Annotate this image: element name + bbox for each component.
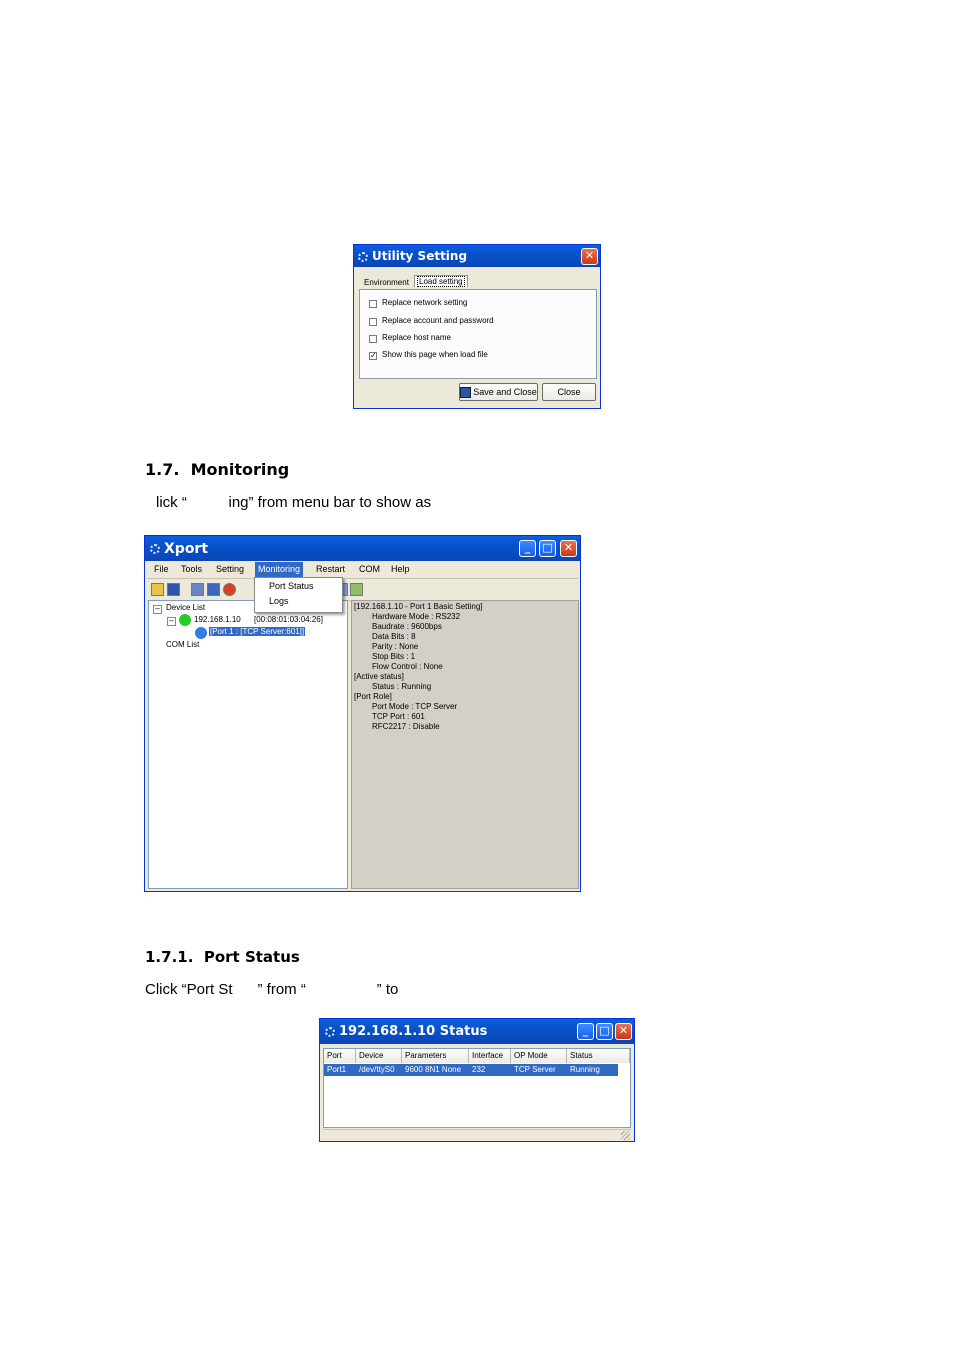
menu-file[interactable]: File xyxy=(151,562,172,577)
xport-title-bar[interactable]: Xport _ □ ✕ xyxy=(145,536,580,561)
tree-port-item[interactable]: [Port 1 : [TCP Server:601]] xyxy=(209,627,306,636)
monitoring-dropdown: Port Status Logs xyxy=(254,577,343,613)
utility-title: Utility Setting xyxy=(372,249,468,263)
port-icon xyxy=(195,627,207,639)
report-icon[interactable] xyxy=(350,583,363,596)
gear-icon xyxy=(325,1026,335,1037)
search-icon[interactable] xyxy=(191,583,204,596)
status-header-row: Port Device Parameters Interface OP Mode… xyxy=(324,1049,630,1063)
detail-line: Hardware Mode : RS232 xyxy=(372,612,461,621)
minimize-icon[interactable]: _ xyxy=(577,1023,594,1040)
cell-interface: 232 xyxy=(472,1065,486,1074)
section-text-monitoring: lick “ ing” from menu bar to show as xyxy=(156,494,432,511)
gear-icon xyxy=(150,544,160,554)
tab-load-setting-label: Load setting xyxy=(417,276,465,287)
status-title: 192.168.1.10 Status xyxy=(339,1024,488,1039)
minimize-icon[interactable]: _ xyxy=(519,540,536,557)
detail-line: Flow Control : None xyxy=(372,662,443,671)
xport-window: Xport _ □ ✕ File Tools Setting Monitorin… xyxy=(144,535,581,892)
tree-com-list[interactable]: COM List xyxy=(166,640,199,649)
section-heading-monitoring: 1.7. Monitoring xyxy=(145,460,290,479)
xport-title: Xport xyxy=(164,541,209,557)
close-icon[interactable]: ✕ xyxy=(581,248,598,265)
save-icon[interactable] xyxy=(167,583,180,596)
menu-help[interactable]: Help xyxy=(388,562,413,577)
utility-title-bar[interactable]: Utility Setting ✕ xyxy=(354,245,600,267)
replace-network-label: Replace network setting xyxy=(382,298,468,307)
detail-line: TCP Port : 601 xyxy=(372,712,425,721)
open-folder-icon[interactable] xyxy=(151,583,164,596)
status-list: Port Device Parameters Interface OP Mode… xyxy=(323,1048,631,1128)
replace-account-label: Replace account and password xyxy=(382,316,494,325)
detail-line: Status : Running xyxy=(372,682,432,691)
detail-line: [Port Role] xyxy=(354,692,392,701)
detail-line: Data Bits : 8 xyxy=(372,632,416,641)
tab-load-setting[interactable]: Load setting xyxy=(414,275,468,287)
online-status-icon xyxy=(179,614,191,626)
menu-monitoring[interactable]: Monitoring xyxy=(255,562,304,577)
resize-grip-icon[interactable] xyxy=(621,1131,630,1140)
column-header-interface[interactable]: Interface xyxy=(469,1049,511,1063)
section-text-port-status: Click “Port St ” from “ ” to xyxy=(145,981,399,998)
tab-environment[interactable]: Environment xyxy=(364,278,409,287)
detail-line: Port Mode : TCP Server xyxy=(372,702,458,711)
tree-device-ip[interactable]: 192.168.1.10 xyxy=(194,615,241,624)
menu-setting[interactable]: Setting xyxy=(213,562,247,577)
status-title-bar[interactable]: 192.168.1.10 Status _ □ ✕ xyxy=(320,1019,634,1044)
close-icon[interactable]: ✕ xyxy=(560,540,577,557)
maximize-icon[interactable]: □ xyxy=(539,540,556,557)
monitor-icon[interactable] xyxy=(207,583,220,596)
detail-line: Parity : None xyxy=(372,642,419,651)
replace-host-checkbox[interactable] xyxy=(369,335,377,343)
column-header-parameters[interactable]: Parameters xyxy=(402,1049,469,1063)
column-header-port[interactable]: Port xyxy=(324,1049,356,1063)
detail-line: Stop Bits : 1 xyxy=(372,652,416,661)
cell-parameters: 9600 8N1 None xyxy=(405,1065,462,1074)
table-row[interactable]: Port1 /dev/ttyS0 9600 8N1 None 232 TCP S… xyxy=(324,1064,618,1076)
detail-line: Baudrate : 9600bps xyxy=(372,622,442,631)
save-and-close-button[interactable]: Save and Close xyxy=(459,383,538,401)
section-heading-port-status: 1.7.1. Port Status xyxy=(145,948,300,966)
detail-line: [192.168.1.10 - Port 1 Basic Setting] xyxy=(354,602,483,611)
close-button[interactable]: Close xyxy=(542,383,596,401)
utility-setting-window: Utility Setting ✕ Environment Load setti… xyxy=(353,244,601,409)
menu-bar: File Tools Setting Monitoring Restart CO… xyxy=(147,562,578,577)
menu-item-port-status[interactable]: Port Status xyxy=(269,581,314,591)
details-pane: [192.168.1.10 - Port 1 Basic Setting] Ha… xyxy=(351,600,579,889)
toolbar xyxy=(147,578,578,601)
column-header-status[interactable]: Status xyxy=(567,1049,630,1063)
tab-panel: Replace network setting Replace account … xyxy=(359,289,597,379)
replace-host-label: Replace host name xyxy=(382,333,451,342)
menu-tools[interactable]: Tools xyxy=(178,562,205,577)
tree-collapse-icon[interactable]: − xyxy=(153,605,162,614)
menu-restart[interactable]: Restart xyxy=(313,562,348,577)
replace-network-checkbox[interactable] xyxy=(369,300,377,308)
column-header-device[interactable]: Device xyxy=(356,1049,402,1063)
status-window: 192.168.1.10 Status _ □ ✕ Port Device Pa… xyxy=(319,1018,635,1142)
floppy-icon xyxy=(460,387,472,399)
detail-line: [Active status] xyxy=(354,672,404,681)
tree-device-mac: [00:08:01:03:04:26] xyxy=(254,615,323,624)
tree-collapse-icon[interactable]: − xyxy=(167,617,176,626)
gear-icon xyxy=(358,251,368,262)
menu-item-logs[interactable]: Logs xyxy=(269,596,289,606)
menu-com[interactable]: COM xyxy=(356,562,383,577)
device-tree-pane: − Device List − 192.168.1.10 [00:08:01:0… xyxy=(148,600,348,889)
detail-line: RFC2217 : Disable xyxy=(372,722,440,731)
stop-icon[interactable] xyxy=(223,583,236,596)
close-icon[interactable]: ✕ xyxy=(615,1023,632,1040)
maximize-icon[interactable]: □ xyxy=(596,1023,613,1040)
close-button-label: Close xyxy=(557,387,581,397)
cell-op-mode: TCP Server xyxy=(514,1065,556,1074)
cell-status: Running xyxy=(570,1065,600,1074)
replace-account-checkbox[interactable] xyxy=(369,318,377,326)
cell-device: /dev/ttyS0 xyxy=(359,1065,395,1074)
show-page-checkbox[interactable]: ✓ xyxy=(369,352,377,360)
save-and-close-label: Save and Close xyxy=(473,387,537,397)
status-bar xyxy=(323,1129,631,1140)
column-header-op-mode[interactable]: OP Mode xyxy=(511,1049,567,1063)
cell-port: Port1 xyxy=(327,1065,347,1074)
show-page-label: Show this page when load file xyxy=(382,350,488,359)
tree-device-list[interactable]: Device List xyxy=(166,603,205,612)
